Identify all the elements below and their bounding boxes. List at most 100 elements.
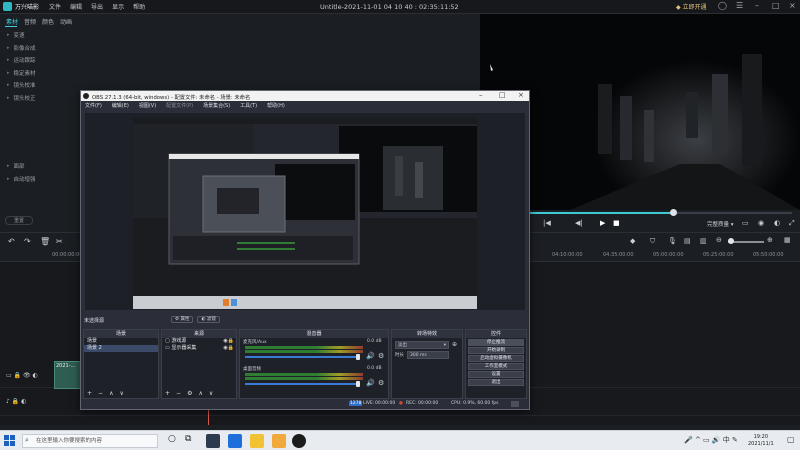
- obs-app-icon[interactable]: [292, 434, 306, 448]
- duration-field[interactable]: 300 ms: [407, 351, 449, 359]
- play-icon[interactable]: ▶: [600, 219, 605, 227]
- menu-export[interactable]: 导出: [91, 2, 103, 11]
- shield-icon[interactable]: ⛉: [650, 237, 655, 246]
- menu-edit[interactable]: 编辑: [70, 2, 82, 11]
- start-recording-button[interactable]: 开始录制: [468, 347, 524, 354]
- sidebar-item-face[interactable]: ▸ 面部: [0, 160, 80, 173]
- gear-icon[interactable]: ⚙: [378, 379, 384, 387]
- minimize-icon[interactable]: –: [479, 91, 483, 99]
- obs-menu-profile[interactable]: 配置文件(P): [166, 102, 193, 109]
- cortana-icon[interactable]: ○: [168, 434, 176, 444]
- remove-icon[interactable]: −: [176, 390, 181, 397]
- notification-icon[interactable]: ▢: [787, 435, 795, 444]
- stop-icon[interactable]: ■: [613, 219, 620, 227]
- source-item[interactable]: ▭ 显示器采集 ◉🔒: [162, 345, 236, 352]
- tab-color[interactable]: 颜色: [42, 17, 54, 26]
- add-icon[interactable]: ⊕: [452, 341, 457, 348]
- quality-dropdown[interactable]: 完整质量 ▾: [707, 220, 734, 228]
- delete-icon[interactable]: 🗑: [40, 237, 50, 246]
- mixer-icon[interactable]: ▤: [684, 237, 691, 245]
- zoom-in-icon[interactable]: ⊕: [767, 236, 773, 244]
- menu-view[interactable]: 显示: [112, 2, 124, 11]
- taskbar-clock[interactable]: 19:20 2021/11/1: [748, 434, 774, 447]
- sidebar-item-stabilize[interactable]: ▸ 稳定素材: [0, 67, 80, 80]
- obs-menu-view[interactable]: 视图(V): [139, 102, 156, 109]
- mic-icon[interactable]: 🎙: [668, 237, 677, 245]
- fit-icon[interactable]: ▦: [784, 236, 791, 244]
- obs-titlebar[interactable]: OBS 27.1.3 (64-bit, windows) - 配置文件: 未命名…: [81, 91, 529, 101]
- files-app-icon[interactable]: [272, 434, 286, 448]
- user-icon[interactable]: ◯: [718, 1, 727, 10]
- scene-item-selected[interactable]: 场景 2: [84, 345, 158, 352]
- steam-app-icon[interactable]: [228, 434, 242, 448]
- exit-button[interactable]: 退出: [468, 379, 524, 386]
- taskbar-search-input[interactable]: 在这里输入你要搜索的内容: [22, 434, 158, 448]
- volume-knob[interactable]: [356, 381, 360, 387]
- prev-frame-icon[interactable]: |◀: [543, 219, 551, 227]
- sidebar-item-enhance[interactable]: ▸ 自动增强: [0, 173, 80, 186]
- windows-start-icon[interactable]: [4, 435, 15, 446]
- close-icon[interactable]: ×: [789, 1, 796, 10]
- studio-mode-button[interactable]: 工作室模式: [468, 363, 524, 370]
- virtual-camera-button[interactable]: 启动虚拟摄像机: [468, 355, 524, 362]
- scene-item[interactable]: 场景: [84, 338, 158, 345]
- marker-icon[interactable]: ◆: [630, 237, 635, 245]
- explorer-app-icon[interactable]: [250, 434, 264, 448]
- obs-menu-scene-collection[interactable]: 场景集合(S): [203, 102, 230, 109]
- minimize-icon[interactable]: –: [755, 1, 759, 10]
- source-item[interactable]: ▢ 游戏源 ◉🔒: [162, 338, 236, 345]
- track-controls-video[interactable]: ▭ 🔒 👁 ◐: [6, 372, 38, 379]
- move-down-icon[interactable]: ∨: [119, 390, 123, 397]
- sidebar-item-composite[interactable]: ▸ 影像合成: [0, 42, 80, 55]
- vip-button[interactable]: ◆ 立即开通: [676, 2, 707, 11]
- volume-icon[interactable]: ◐: [774, 219, 780, 227]
- zoom-knob[interactable]: [728, 238, 734, 244]
- eye-icon[interactable]: ◉🔒: [223, 338, 234, 345]
- snapshot-icon[interactable]: ◉: [758, 219, 764, 227]
- reset-button[interactable]: 重置: [5, 216, 33, 225]
- system-tray[interactable]: 🎤 ^ ▭ 🔊 中 ✎: [684, 435, 738, 445]
- close-icon[interactable]: ×: [518, 91, 524, 99]
- gear-icon[interactable]: ⚙: [378, 352, 384, 360]
- volume-slider[interactable]: [245, 356, 357, 358]
- settings-button[interactable]: 设置: [468, 371, 524, 378]
- video-clip[interactable]: 2021-...: [54, 361, 82, 389]
- transition-select[interactable]: 淡出 ▾: [395, 341, 449, 349]
- maximize-icon[interactable]: □: [499, 91, 506, 99]
- move-up-icon[interactable]: ∧: [109, 390, 113, 397]
- detach-icon[interactable]: ▥: [700, 237, 707, 245]
- volume-knob[interactable]: [356, 354, 360, 360]
- sidebar-item-calibrate[interactable]: ▸ 镜头校准: [0, 79, 80, 92]
- task-view-icon[interactable]: ⧉: [185, 434, 191, 444]
- sidebar-item-speed[interactable]: ▸ 变速: [0, 29, 80, 42]
- speaker-icon[interactable]: 🔊: [366, 379, 375, 387]
- remove-icon[interactable]: −: [98, 390, 103, 397]
- properties-button[interactable]: ⚙ 属性: [171, 316, 194, 323]
- cut-icon[interactable]: ✂: [56, 237, 63, 246]
- move-up-icon[interactable]: ∧: [198, 390, 202, 397]
- obs-menu-tools[interactable]: 工具(T): [240, 102, 257, 109]
- tab-animation[interactable]: 动画: [60, 17, 72, 26]
- volume-slider[interactable]: [245, 383, 357, 385]
- playback-progress[interactable]: [488, 209, 792, 216]
- obs-menu-file[interactable]: 文件(F): [85, 102, 102, 109]
- render-icon[interactable]: ▭: [742, 219, 749, 227]
- tab-media[interactable]: 素材: [6, 17, 18, 26]
- obs-menu-edit[interactable]: 编辑(E): [112, 102, 129, 109]
- progress-knob[interactable]: [670, 209, 678, 216]
- stop-streaming-button[interactable]: 停止推流: [468, 339, 524, 346]
- fullscreen-icon[interactable]: ⤢: [789, 219, 795, 228]
- obs-preview[interactable]: [133, 118, 477, 309]
- track-controls-audio[interactable]: ♪ 🔒 ◐: [6, 398, 26, 405]
- rewind-icon[interactable]: ◀|: [575, 219, 583, 227]
- sidebar-item-correct[interactable]: ▸ 镜头校正: [0, 92, 80, 105]
- move-down-icon[interactable]: ∨: [209, 390, 213, 397]
- redo-icon[interactable]: ↷: [24, 237, 31, 246]
- tab-audio[interactable]: 音频: [24, 17, 36, 26]
- filters-button[interactable]: ◐ 滤镜: [197, 316, 220, 323]
- undo-icon[interactable]: ↶: [8, 237, 15, 246]
- gear-icon[interactable]: ⚙: [187, 390, 192, 397]
- sidebar-item-motion[interactable]: ▸ 运动跟踪: [0, 54, 80, 67]
- eye-icon[interactable]: ◉🔒: [223, 345, 234, 352]
- maximize-icon[interactable]: □: [772, 1, 780, 10]
